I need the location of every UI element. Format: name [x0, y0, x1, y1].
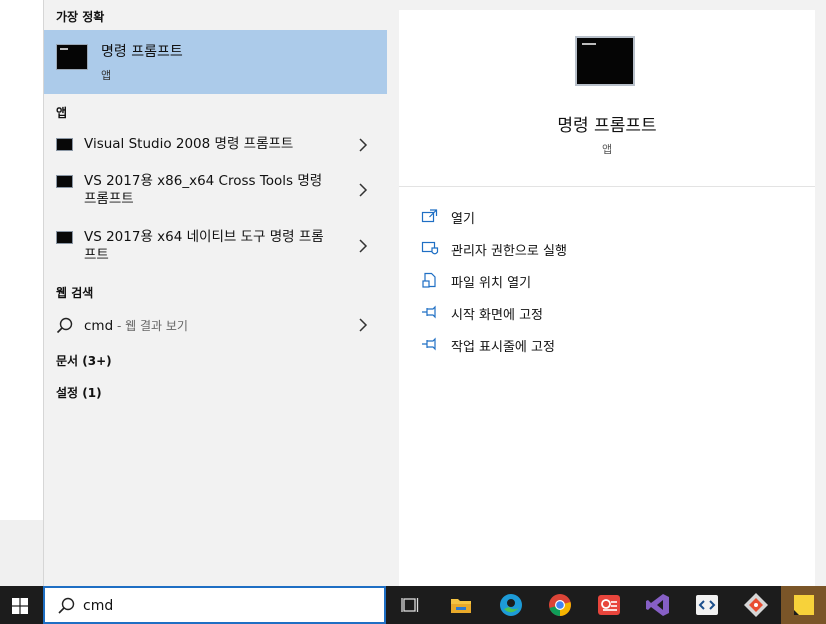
action-pin-to-taskbar[interactable]: 작업 표시줄에 고정: [421, 334, 801, 356]
best-match-heading: 가장 정확: [56, 10, 105, 24]
office-icon[interactable]: [594, 590, 624, 620]
action-open[interactable]: 열기: [421, 206, 801, 228]
action-label: 열기: [451, 212, 475, 227]
dev-tool-icon[interactable]: [692, 590, 722, 620]
shield-icon: [421, 241, 439, 255]
chevron-right-icon[interactable]: [358, 137, 368, 153]
app-result-label: Visual Studio 2008 명령 프롬프트: [84, 136, 294, 152]
search-icon: [56, 317, 73, 334]
visual-studio-icon[interactable]: [643, 590, 673, 620]
sticky-notes-icon: [794, 595, 814, 615]
active-app-highlight[interactable]: [781, 586, 826, 624]
web-search-query: cmd: [84, 318, 114, 334]
command-prompt-icon: [56, 138, 73, 151]
apps-heading: 앱: [56, 106, 68, 120]
action-label: 작업 표시줄에 고정: [451, 340, 555, 355]
taskbar-search-box[interactable]: cmd: [43, 586, 386, 624]
chrome-icon[interactable]: [545, 590, 575, 620]
best-match-title: 명령 프롬프트: [101, 44, 183, 60]
best-match-subtitle: 앱: [101, 69, 112, 82]
divider: [399, 186, 815, 187]
app-result-item[interactable]: Visual Studio 2008 명령 프롬프트: [44, 133, 388, 157]
search-input[interactable]: cmd: [83, 598, 113, 614]
settings-heading[interactable]: 설정 (1): [56, 384, 102, 401]
pin-icon: [422, 337, 436, 351]
chevron-right-icon[interactable]: [358, 317, 368, 333]
detail-title: 명령 프롬프트: [557, 116, 657, 136]
web-search-suffix: - 웹 결과 보기: [113, 319, 188, 333]
git-icon[interactable]: [741, 590, 771, 620]
search-results-pane: 가장 정확 명령 프롬프트 앱 앱 Visual Studio 2008 명령 …: [43, 0, 388, 586]
web-search-heading: 웹 검색: [56, 286, 94, 300]
detail-subtitle: 앱: [601, 143, 613, 156]
file-explorer-icon[interactable]: [446, 590, 476, 620]
action-pin-to-start[interactable]: 시작 화면에 고정: [421, 302, 801, 324]
command-prompt-icon: [56, 44, 88, 70]
web-search-label: cmd - 웹 결과 보기: [84, 317, 188, 334]
action-label: 시작 화면에 고정: [451, 308, 543, 323]
app-result-label: VS 2017용 x64 네이티브 도구 명령 프롬프트: [84, 229, 324, 263]
documents-heading[interactable]: 문서 (3+): [56, 352, 112, 369]
desktop-background: [0, 520, 43, 586]
file-location-icon: [422, 272, 436, 288]
command-prompt-icon: [56, 231, 73, 244]
action-run-as-admin[interactable]: 관리자 권한으로 실행: [421, 238, 801, 260]
task-view-icon[interactable]: [396, 590, 426, 620]
start-button[interactable]: [0, 586, 43, 624]
pin-icon: [422, 305, 436, 319]
action-label: 관리자 권한으로 실행: [451, 244, 567, 259]
detail-card: 명령 프롬프트 앱 열기 관리자 권한으로 실행 파일 위치 열기 시작 화면에…: [399, 10, 815, 586]
command-prompt-icon: [575, 36, 635, 86]
open-icon: [421, 209, 438, 223]
action-label: 파일 위치 열기: [451, 276, 532, 291]
action-open-file-location[interactable]: 파일 위치 열기: [421, 270, 801, 292]
app-result-item[interactable]: VS 2017용 x86_x64 Cross Tools 명령 프롬프트: [44, 170, 388, 210]
app-result-item[interactable]: VS 2017용 x64 네이티브 도구 명령 프롬프트: [44, 226, 388, 266]
command-prompt-icon: [56, 175, 73, 188]
edge-icon[interactable]: [496, 590, 526, 620]
best-match-item[interactable]: 명령 프롬프트 앱: [44, 30, 388, 94]
windows-logo-icon: [12, 598, 28, 614]
search-icon: [58, 597, 75, 614]
chevron-right-icon[interactable]: [358, 182, 368, 198]
chevron-right-icon[interactable]: [358, 238, 368, 254]
app-result-label: VS 2017용 x86_x64 Cross Tools 명령 프롬프트: [84, 173, 323, 207]
taskbar: cmd: [0, 586, 826, 624]
web-search-item[interactable]: cmd - 웹 결과 보기: [44, 312, 388, 338]
